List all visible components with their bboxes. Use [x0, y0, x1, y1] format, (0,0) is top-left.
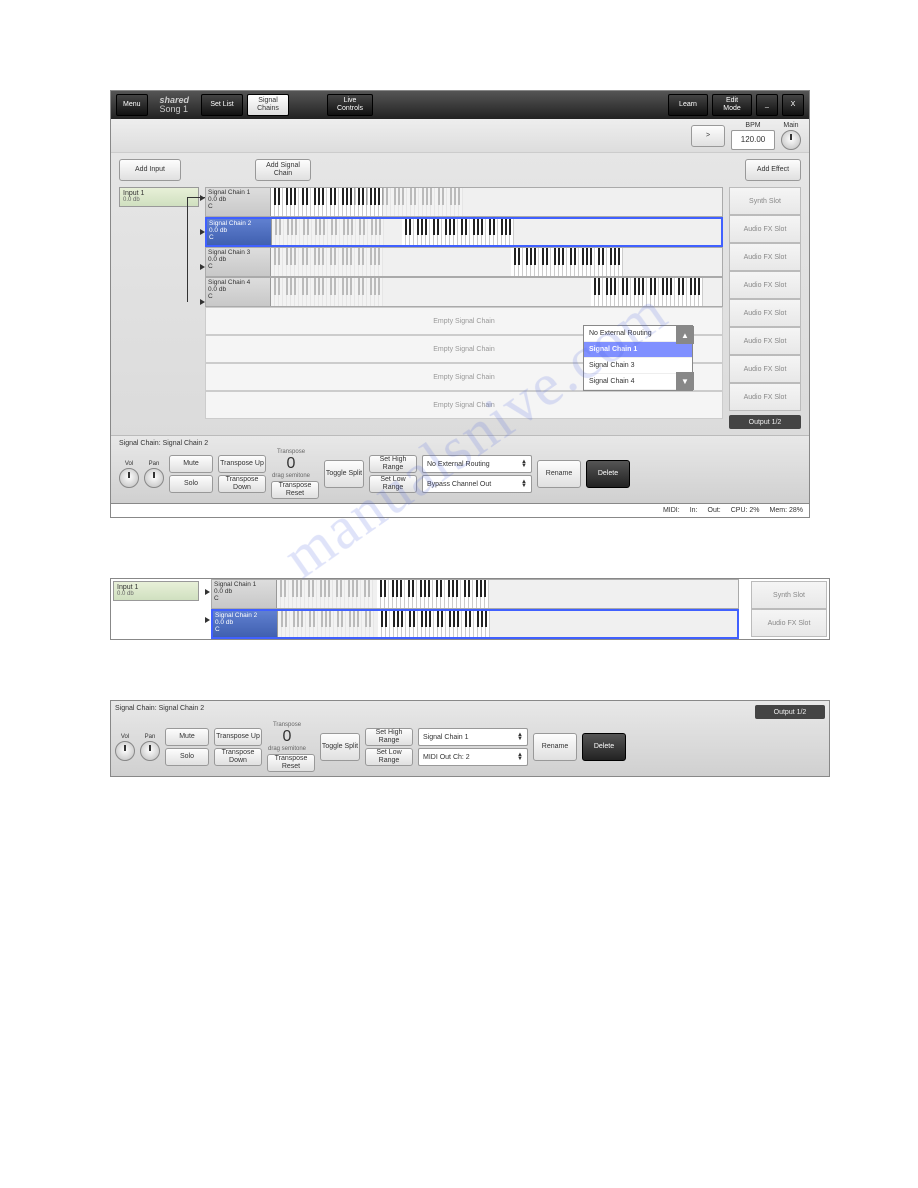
- transport-bar: > BPM120.00 Main: [111, 119, 809, 153]
- learn-button[interactable]: Learn: [668, 94, 708, 116]
- transpose-down-button[interactable]: Transpose Down: [214, 748, 262, 766]
- in-label: In:: [690, 507, 698, 514]
- fx-slot[interactable]: Audio FX Slot: [729, 355, 801, 383]
- add-signal-chain-button[interactable]: Add Signal Chain: [255, 159, 311, 181]
- toggle-split-button[interactable]: Toggle Split: [320, 733, 360, 761]
- vol-label: Vol: [125, 461, 133, 467]
- add-effect-button[interactable]: Add Effect: [745, 159, 801, 181]
- out-label: Out:: [708, 507, 721, 514]
- input-1[interactable]: Input 10.0 db: [113, 581, 199, 601]
- routing-select[interactable]: No External Routing▲▼: [422, 455, 532, 473]
- chain-controls: Signal Chain: Signal Chain 2 Vol Pan Mut…: [111, 435, 809, 503]
- main-knob[interactable]: [781, 130, 801, 150]
- transpose-reset-button[interactable]: Transpose Reset: [267, 754, 315, 772]
- cpu-label: CPU: 2%: [731, 507, 760, 514]
- transpose-down-button[interactable]: Transpose Down: [218, 475, 266, 493]
- section-2: Input 10.0 db Signal Chain 10.0 dbC Sign…: [110, 578, 830, 640]
- main-label: Main: [783, 122, 798, 129]
- fx-slot[interactable]: Audio FX Slot: [729, 243, 801, 271]
- toggle-split-button[interactable]: Toggle Split: [324, 460, 364, 488]
- minimize-button[interactable]: _: [756, 94, 778, 116]
- status-bar: MIDI: In: Out: CPU: 2% Mem: 28%: [111, 503, 809, 517]
- slots-column: Synth Slot Audio FX Slot Audio FX Slot A…: [729, 187, 801, 429]
- empty-chain[interactable]: Empty Signal Chain: [205, 391, 723, 419]
- pan-label: Pan: [145, 734, 156, 740]
- fx-slot[interactable]: Audio FX Slot: [751, 609, 827, 637]
- rename-button[interactable]: Rename: [533, 733, 577, 761]
- signal-chain-2[interactable]: Signal Chain 20.0 dbC: [211, 609, 739, 639]
- transpose-up-button[interactable]: Transpose Up: [218, 455, 266, 473]
- bpm-field[interactable]: 120.00: [731, 130, 775, 150]
- tab-signal-chains[interactable]: Signal Chains: [247, 94, 289, 116]
- output-label[interactable]: Output 1/2: [755, 705, 825, 719]
- signal-chain-3[interactable]: Signal Chain 30.0 dbC: [205, 247, 723, 277]
- solo-button[interactable]: Solo: [169, 475, 213, 493]
- delete-button[interactable]: Delete: [586, 460, 630, 488]
- signal-chain-1[interactable]: Signal Chain 10.0 dbC: [205, 187, 723, 217]
- fx-slot[interactable]: Audio FX Slot: [729, 215, 801, 243]
- add-input-button[interactable]: Add Input: [119, 159, 181, 181]
- signal-chain-4[interactable]: Signal Chain 40.0 dbC: [205, 277, 723, 307]
- vol-label: Vol: [121, 734, 129, 740]
- fx-slot[interactable]: Audio FX Slot: [729, 383, 801, 411]
- mem-label: Mem: 28%: [770, 507, 803, 514]
- mute-button[interactable]: Mute: [165, 728, 209, 746]
- play-button[interactable]: >: [691, 125, 725, 147]
- section-3: Signal Chain: Signal Chain 2 Output 1/2 …: [110, 700, 830, 777]
- tab-setlist[interactable]: Set List: [201, 94, 243, 116]
- signal-chain-2[interactable]: Signal Chain 20.0 dbC: [205, 217, 723, 247]
- transpose-display[interactable]: Transpose0drag semitone: [267, 722, 307, 752]
- set-high-range-button[interactable]: Set High Range: [369, 455, 417, 473]
- routing-select[interactable]: Signal Chain 1▲▼: [418, 728, 528, 746]
- chains-column: Signal Chain 10.0 dbC Signal Chain 20.0 …: [205, 187, 723, 429]
- signal-chain-1[interactable]: Signal Chain 10.0 dbC: [211, 579, 739, 609]
- vol-knob[interactable]: [119, 468, 139, 488]
- pan-label: Pan: [149, 461, 160, 467]
- vol-knob[interactable]: [115, 741, 135, 761]
- topbar: Menu sharedSong 1 Set List Signal Chains…: [111, 91, 809, 119]
- transpose-up-button[interactable]: Transpose Up: [214, 728, 262, 746]
- midi-label: MIDI:: [663, 507, 680, 514]
- output-label[interactable]: Output 1/2: [729, 415, 801, 429]
- song-title: sharedSong 1: [152, 96, 198, 114]
- close-button[interactable]: X: [782, 94, 804, 116]
- routing-dropdown[interactable]: ▲ No External Routing Signal Chain 1 Sig…: [583, 325, 693, 391]
- menu-button[interactable]: Menu: [116, 94, 148, 116]
- set-low-range-button[interactable]: Set Low Range: [369, 475, 417, 493]
- tab-live-controls[interactable]: Live Controls: [327, 94, 373, 116]
- pan-knob[interactable]: [144, 468, 164, 488]
- delete-button[interactable]: Delete: [582, 733, 626, 761]
- app-window: Menu sharedSong 1 Set List Signal Chains…: [110, 90, 810, 518]
- ctrl-title: Signal Chain: Signal Chain 2: [115, 705, 204, 717]
- synth-slot[interactable]: Synth Slot: [751, 581, 827, 609]
- solo-button[interactable]: Solo: [165, 748, 209, 766]
- edit-mode-button[interactable]: Edit Mode: [712, 94, 752, 116]
- bypass-select[interactable]: Bypass Channel Out▲▼: [422, 475, 532, 493]
- ctrl-title: Signal Chain: Signal Chain 2: [119, 440, 801, 447]
- transpose-reset-button[interactable]: Transpose Reset: [271, 481, 319, 499]
- bpm-label: BPM: [745, 122, 760, 129]
- rename-button[interactable]: Rename: [537, 460, 581, 488]
- fx-slot[interactable]: Audio FX Slot: [729, 299, 801, 327]
- set-low-range-button[interactable]: Set Low Range: [365, 748, 413, 766]
- synth-slot[interactable]: Synth Slot: [729, 187, 801, 215]
- mute-button[interactable]: Mute: [169, 455, 213, 473]
- dd-item[interactable]: Signal Chain 1: [584, 342, 692, 358]
- pan-knob[interactable]: [140, 741, 160, 761]
- transpose-display[interactable]: Transpose0drag semitone: [271, 449, 311, 479]
- set-high-range-button[interactable]: Set High Range: [365, 728, 413, 746]
- fx-slot[interactable]: Audio FX Slot: [729, 327, 801, 355]
- fx-slot[interactable]: Audio FX Slot: [729, 271, 801, 299]
- midi-out-select[interactable]: MIDI Out Ch: 2▲▼: [418, 748, 528, 766]
